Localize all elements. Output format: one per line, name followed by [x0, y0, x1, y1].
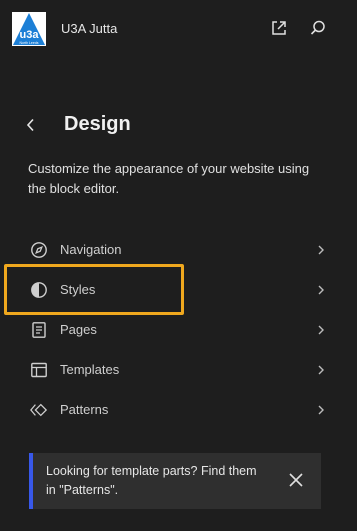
search-button[interactable]	[304, 14, 332, 42]
menu-item-label: Patterns	[60, 402, 109, 417]
site-editor-sidebar: u3a North Leeds U3A Jutta Design Customi…	[0, 0, 357, 531]
search-icon	[310, 20, 325, 35]
menu-item-label: Navigation	[60, 242, 122, 257]
menu-item-label: Pages	[60, 322, 97, 337]
notice-text: Looking for template parts? Find them in…	[46, 464, 257, 497]
external-link-icon	[272, 21, 286, 35]
u3a-logo-icon: u3a North Leeds	[12, 12, 46, 46]
chevron-right-icon	[318, 285, 324, 295]
logo-subtext: North Leeds	[19, 41, 38, 45]
chevron-right-icon	[318, 405, 324, 415]
notice-close-button[interactable]	[285, 469, 307, 491]
close-icon	[289, 473, 303, 487]
chevron-right-icon	[318, 365, 324, 375]
menu-item-templates[interactable]: Templates	[20, 350, 335, 390]
templates-layout-icon	[30, 361, 48, 379]
site-title[interactable]: U3A Jutta	[61, 21, 117, 36]
patterns-diamond-icon	[30, 401, 48, 419]
back-button[interactable]	[18, 112, 44, 138]
logo-text: u3a	[20, 29, 40, 41]
pages-icon	[30, 321, 48, 339]
chevron-left-icon	[26, 118, 34, 132]
panel-description: Customize the appearance of your website…	[28, 161, 310, 196]
chevron-right-icon	[318, 325, 324, 335]
menu-item-patterns[interactable]: Patterns	[20, 390, 335, 430]
styles-highlight-box	[4, 264, 184, 315]
menu-item-label: Templates	[60, 362, 120, 377]
template-parts-notice: Looking for template parts? Find them in…	[29, 453, 321, 509]
chevron-right-icon	[318, 245, 324, 255]
site-logo[interactable]: u3a North Leeds	[12, 12, 46, 46]
navigation-compass-icon	[30, 241, 48, 259]
page-title: Design	[64, 113, 131, 135]
menu-item-pages[interactable]: Pages	[20, 310, 335, 350]
view-site-button[interactable]	[265, 14, 293, 42]
